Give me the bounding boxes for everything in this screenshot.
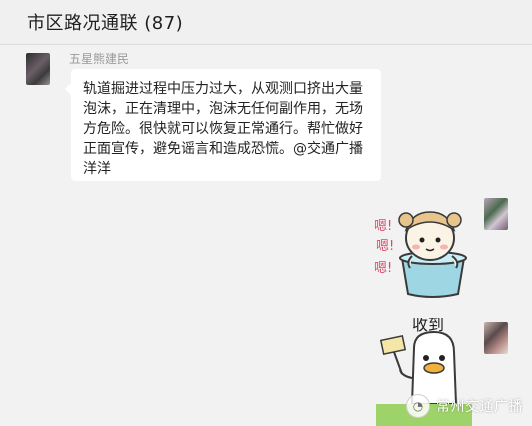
own-avatar[interactable]: [484, 198, 508, 230]
chat-header: 市区路况通联 (87): [0, 0, 532, 45]
sticker-nod[interactable]: 嗯! 嗯! 嗯!: [372, 200, 476, 300]
sticker-girl-in-tub-icon: 嗯! 嗯! 嗯!: [374, 211, 467, 298]
sticker-text-1: 嗯!: [374, 219, 392, 234]
message-bubble[interactable]: 轨道掘进过程中压力过大，从观测口挤出大量泡沫，正在清理中，泡沫无任何副作用，无场…: [65, 69, 381, 181]
message-text: 轨道掘进过程中压力过大，从观测口挤出大量泡沫，正在清理中，泡沫无任何副作用，无场…: [83, 81, 363, 177]
own-avatar-2[interactable]: [484, 322, 508, 354]
sticker-text-2: 嗯!: [376, 239, 394, 254]
sender-avatar[interactable]: [26, 53, 50, 85]
sender-name: 五星熊建民: [69, 52, 130, 66]
wechat-logo-icon: ◔: [406, 394, 430, 418]
chat-title[interactable]: 市区路况通联 (87): [27, 9, 183, 35]
sticker-text-3: 嗯!: [374, 261, 392, 276]
watermark: ◔ 常州交通广播: [406, 390, 532, 422]
sticker-duck-text: 收到: [412, 318, 444, 334]
watermark-text: 常州交通广播: [436, 399, 523, 415]
